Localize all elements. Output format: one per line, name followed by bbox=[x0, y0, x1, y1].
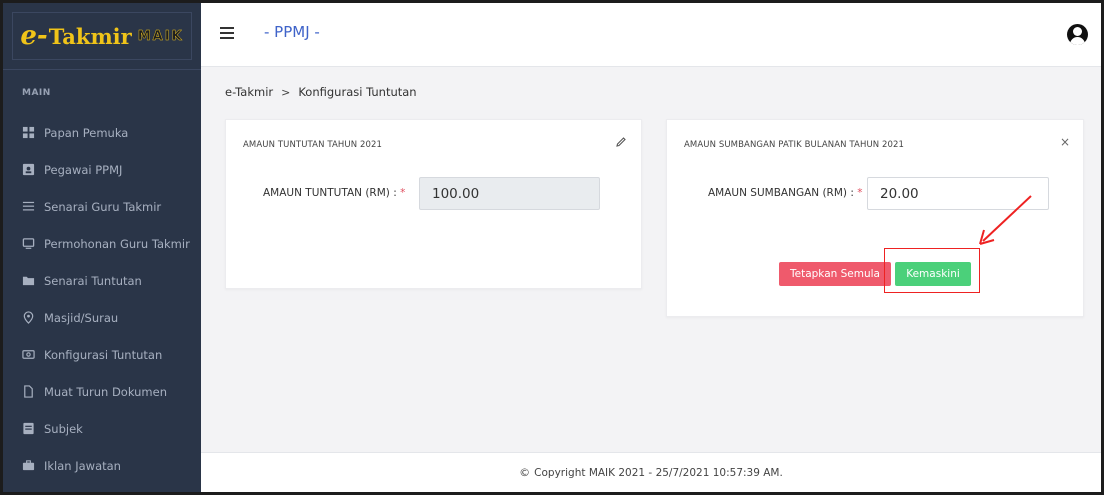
topbar: - PPMJ - bbox=[201, 3, 1101, 67]
sidebar-item-senarai-tuntutan[interactable]: Senarai Tuntutan bbox=[3, 262, 201, 299]
breadcrumb-separator: > bbox=[281, 85, 291, 99]
sidebar-item-label: Senarai Tuntutan bbox=[44, 273, 142, 288]
logo-prefix: e- bbox=[20, 21, 48, 51]
monitor-icon bbox=[21, 237, 35, 251]
annotation-highlight-box bbox=[884, 248, 980, 293]
breadcrumb: e-Takmir > Konfigurasi Tuntutan bbox=[225, 85, 417, 99]
sidebar-item-label: Papan Pemuka bbox=[44, 125, 129, 140]
claim-amount-label-text: AMAUN TUNTUTAN (RM) : bbox=[263, 187, 397, 199]
sidebar-item-label: Iklan Jawatan bbox=[44, 458, 121, 473]
copyright-icon: © bbox=[519, 466, 531, 479]
folder-icon bbox=[21, 274, 35, 288]
sidebar-item-label: Senarai Guru Takmir bbox=[44, 199, 162, 214]
sidebar-item-senarai-guru-takmir[interactable]: Senarai Guru Takmir bbox=[3, 188, 201, 225]
footer: © Copyright MAIK 2021 - 25/7/2021 10:57:… bbox=[201, 452, 1101, 492]
briefcase-icon bbox=[21, 459, 35, 473]
claim-amount-label: AMAUN TUNTUTAN (RM) : * bbox=[263, 187, 405, 199]
footer-text: Copyright MAIK 2021 - 25/7/2021 10:57:39… bbox=[534, 466, 783, 479]
breadcrumb-home[interactable]: e-Takmir bbox=[225, 85, 273, 99]
sidebar-menu: Papan Pemuka Pegawai PPMJ Senarai Guru T… bbox=[3, 114, 201, 484]
logo-area[interactable]: e- Takmir MAIK bbox=[3, 3, 201, 70]
logo-name: Takmir bbox=[48, 23, 132, 49]
sidebar-item-papan-pemuka[interactable]: Papan Pemuka bbox=[3, 114, 201, 151]
book-icon bbox=[21, 422, 35, 436]
logo[interactable]: e- Takmir MAIK bbox=[12, 12, 192, 60]
map-pin-icon bbox=[21, 311, 35, 325]
claim-amount-card: AMAUN TUNTUTAN TAHUN 2021 AMAUN TUNTUTAN… bbox=[225, 119, 642, 289]
contribution-amount-label-text: AMAUN SUMBANGAN (RM) : bbox=[708, 187, 854, 199]
sidebar-item-permohonan-guru-takmir[interactable]: Permohonan Guru Takmir bbox=[3, 225, 201, 262]
money-icon bbox=[21, 348, 35, 362]
dashboard-icon bbox=[21, 126, 35, 140]
card-title: AMAUN SUMBANGAN PATIK BULANAN TAHUN 2021 bbox=[684, 140, 905, 150]
required-mark: * bbox=[400, 187, 406, 199]
required-mark: * bbox=[857, 187, 863, 199]
sidebar-item-iklan-jawatan[interactable]: Iklan Jawatan bbox=[3, 447, 201, 484]
menu-toggle-icon[interactable] bbox=[220, 27, 234, 39]
sidebar-item-konfigurasi-tuntutan[interactable]: Konfigurasi Tuntutan bbox=[3, 336, 201, 373]
close-icon[interactable]: × bbox=[1060, 135, 1070, 149]
contribution-amount-label: AMAUN SUMBANGAN (RM) : * bbox=[708, 187, 862, 199]
user-avatar-icon[interactable] bbox=[1067, 24, 1088, 45]
document-icon bbox=[21, 385, 35, 399]
breadcrumb-current: Konfigurasi Tuntutan bbox=[298, 85, 417, 99]
sidebar-item-label: Subjek bbox=[44, 421, 83, 436]
annotation-arrow-icon bbox=[979, 195, 1032, 245]
sidebar-item-label: Konfigurasi Tuntutan bbox=[44, 347, 163, 362]
sidebar-item-label: Permohonan Guru Takmir bbox=[44, 236, 190, 251]
edit-icon[interactable] bbox=[615, 136, 627, 148]
id-card-icon bbox=[21, 163, 35, 177]
sidebar-item-subjek[interactable]: Subjek bbox=[3, 410, 201, 447]
logo-suffix: MAIK bbox=[137, 28, 184, 44]
card-title: AMAUN TUNTUTAN TAHUN 2021 bbox=[243, 140, 382, 150]
page-title: - PPMJ - bbox=[264, 23, 320, 41]
sidebar-section-label: MAIN bbox=[22, 88, 51, 98]
claim-amount-input[interactable] bbox=[419, 177, 600, 210]
list-icon bbox=[21, 200, 35, 214]
sidebar-item-masjid-surau[interactable]: Masjid/Surau bbox=[3, 299, 201, 336]
sidebar-item-label: Masjid/Surau bbox=[44, 310, 119, 325]
sidebar-item-label: Muat Turun Dokumen bbox=[44, 384, 168, 399]
sidebar: e- Takmir MAIK MAIN Papan Pemuka Pegawai… bbox=[3, 3, 201, 492]
sidebar-item-pegawai-ppmj[interactable]: Pegawai PPMJ bbox=[3, 151, 201, 188]
reset-button[interactable]: Tetapkan Semula bbox=[779, 262, 891, 286]
sidebar-item-label: Pegawai PPMJ bbox=[44, 162, 123, 177]
sidebar-item-muat-turun-dokumen[interactable]: Muat Turun Dokumen bbox=[3, 373, 201, 410]
